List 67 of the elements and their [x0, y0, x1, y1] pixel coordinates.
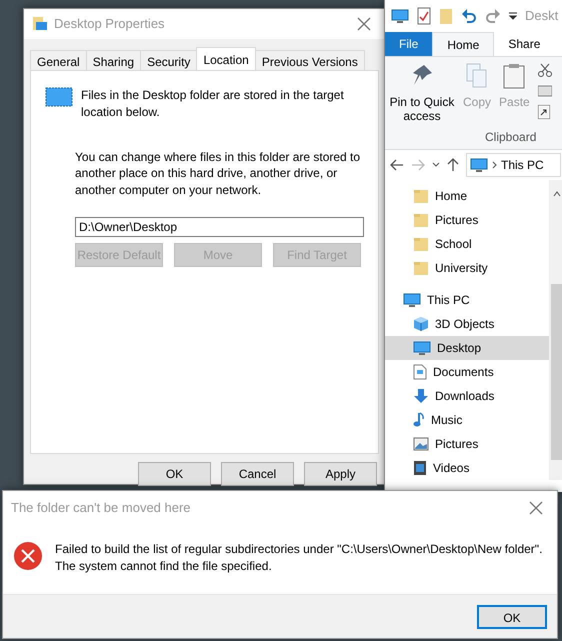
- back-arrow-icon[interactable]: [390, 159, 404, 171]
- folder-icon: [32, 16, 48, 32]
- nav-item[interactable]: 3D Objects: [385, 312, 549, 336]
- cube-icon: [413, 316, 429, 332]
- dropdown-icon[interactable]: [509, 12, 517, 20]
- scissors-icon[interactable]: [538, 63, 552, 77]
- error-detail: The system cannot find the file specified.: [55, 558, 273, 575]
- monitor-icon: [391, 9, 409, 23]
- info-text: You can change where files in this folder are stored to another place on this hard drive, another drive, or another computer on your network.: [75, 148, 362, 199]
- ok-button[interactable]: OK: [477, 604, 547, 628]
- tab[interactable]: General: [30, 50, 87, 70]
- ribbon-tab[interactable]: File: [385, 32, 432, 56]
- close-icon: [529, 501, 543, 516]
- scrollbar[interactable]: [549, 180, 562, 480]
- nav-item[interactable]: Downloads: [385, 384, 549, 408]
- dialog-button[interactable]: Apply: [304, 462, 377, 486]
- image-icon: [413, 437, 429, 451]
- tab[interactable]: Location: [196, 47, 256, 70]
- copy-icon: [466, 63, 488, 89]
- monitor-icon: [470, 158, 488, 172]
- chevron-down-icon[interactable]: [432, 162, 440, 168]
- nav-item[interactable]: This PC: [385, 288, 549, 312]
- folder-icon: [413, 188, 429, 204]
- clipboard-icon: [503, 63, 526, 89]
- dialog-button[interactable]: Cancel: [221, 462, 294, 486]
- group-label: Clipboard: [485, 129, 536, 146]
- error-icon: [13, 541, 43, 571]
- error-message: Failed to build the list of regular subdirectories under "C:\Users\Owner\Desktop\New folder".: [55, 541, 542, 558]
- tab[interactable]: Sharing: [86, 50, 142, 70]
- tab[interactable]: Security: [140, 50, 198, 70]
- nav-item[interactable]: University: [385, 256, 549, 280]
- folder-icon: [413, 212, 429, 228]
- nav-item[interactable]: Desktop: [385, 336, 549, 360]
- nav-item[interactable]: Home: [385, 184, 549, 208]
- computer-icon: [403, 293, 421, 307]
- nav-item[interactable]: Videos: [385, 456, 549, 480]
- undo-icon[interactable]: [461, 8, 477, 24]
- nav-item[interactable]: Documents: [385, 360, 549, 384]
- description-text: Files in the Desktop folder are stored in the target location below.: [81, 87, 345, 121]
- nav-item[interactable]: Music: [385, 408, 549, 432]
- redo-icon[interactable]: [485, 8, 501, 24]
- nav-item[interactable]: School: [385, 232, 549, 256]
- close-icon: [357, 17, 371, 32]
- document-icon: [413, 364, 427, 380]
- window-title: Deskt: [525, 7, 558, 26]
- nav-item[interactable]: Pictures: [385, 432, 549, 456]
- shortcut-icon[interactable]: [538, 105, 550, 119]
- folder-icon: [413, 260, 429, 276]
- chevron-right-icon: [492, 161, 497, 169]
- address-bar[interactable]: This PC: [466, 153, 561, 177]
- monitor-icon: [413, 341, 431, 355]
- music-note-icon: [413, 412, 425, 428]
- folder-icon: [413, 236, 429, 252]
- window-title: Desktop Properties: [54, 15, 165, 34]
- properties-icon[interactable]: [417, 7, 431, 25]
- ribbon-tab[interactable]: Home: [432, 32, 494, 56]
- download-arrow-icon: [413, 388, 429, 404]
- film-icon: [413, 460, 427, 476]
- desktop-folder-icon: [45, 87, 73, 107]
- up-arrow-icon[interactable]: [447, 158, 459, 172]
- ribbon-button[interactable]: Pin to Quick access: [389, 63, 455, 124]
- dialog-button[interactable]: OK: [138, 462, 211, 486]
- scroll-up-icon: [553, 190, 561, 197]
- tab[interactable]: Previous Versions: [254, 50, 365, 70]
- nav-item[interactable]: Pictures: [385, 208, 549, 232]
- dialog-title: The folder can't be moved here: [11, 499, 191, 518]
- path-field[interactable]: D:\Owner\Desktop: [75, 216, 364, 237]
